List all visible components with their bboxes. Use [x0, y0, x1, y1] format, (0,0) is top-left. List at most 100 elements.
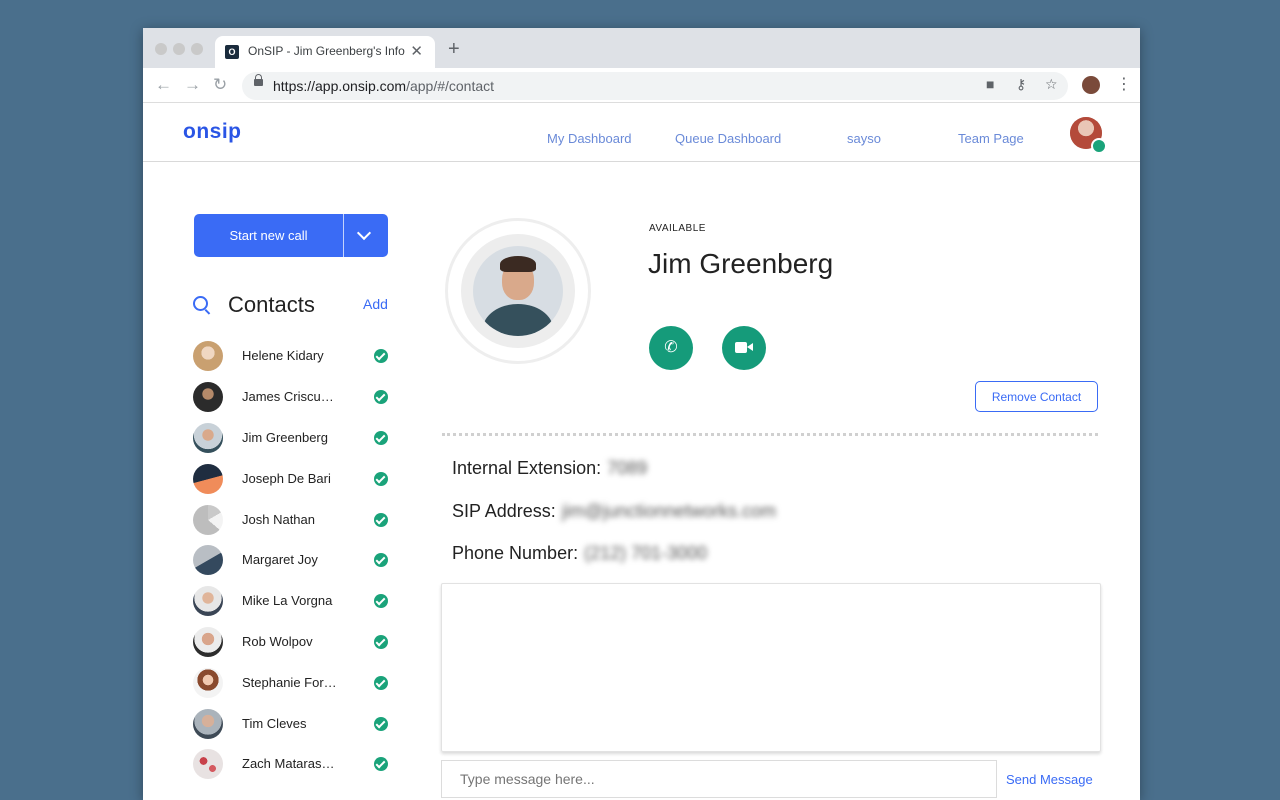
browser-tab[interactable]: O OnSIP - Jim Greenberg's Info ✕ — [215, 36, 435, 68]
video-camera-icon — [735, 342, 753, 353]
contact-avatar — [193, 627, 223, 657]
available-check-icon — [374, 635, 388, 649]
split-divider — [343, 214, 344, 257]
window-zoom-dot[interactable] — [191, 43, 203, 55]
profile-icon[interactable] — [1082, 76, 1100, 94]
contact-avatar — [193, 586, 223, 616]
nav-queue-dashboard[interactable]: Queue Dashboard — [675, 131, 781, 146]
contact-item[interactable]: Rob Wolpov — [193, 626, 393, 658]
key-icon[interactable]: ⚷ — [1016, 76, 1026, 93]
contact-item[interactable]: Margaret Joy — [193, 544, 393, 576]
back-icon[interactable]: ← — [155, 75, 172, 95]
video-call-button[interactable] — [722, 326, 766, 370]
browser-window: O OnSIP - Jim Greenberg's Info ✕ + ← → ↻… — [143, 28, 1140, 800]
contact-avatar — [193, 709, 223, 739]
start-call-label: Start new call — [229, 228, 308, 243]
contact-name: Josh Nathan — [242, 512, 315, 527]
contact-name: Margaret Joy — [242, 552, 318, 567]
contact-name: James Criscu… — [242, 389, 334, 404]
internal-extension-value: 7089 — [607, 458, 648, 478]
add-contact-link[interactable]: Add — [363, 296, 388, 312]
available-check-icon — [374, 553, 388, 567]
phone-number-row: Phone Number: (212) 701-3000 — [452, 543, 707, 564]
sip-address-label: SIP Address: — [452, 501, 556, 521]
tab-title: OnSIP - Jim Greenberg's Info — [248, 44, 405, 58]
contact-name: Tim Cleves — [242, 716, 307, 731]
contact-name: Joseph De Bari — [242, 471, 331, 486]
chevron-down-icon[interactable] — [356, 225, 372, 241]
available-check-icon — [374, 717, 388, 731]
app-header: onsip My Dashboard Queue Dashboard sayso… — [143, 103, 1140, 162]
tab-strip: O OnSIP - Jim Greenberg's Info ✕ + — [143, 28, 1140, 68]
kebab-menu-icon[interactable]: ⋮ — [1116, 74, 1132, 94]
user-status-check-icon — [1091, 138, 1107, 154]
contact-name: Jim Greenberg — [242, 430, 328, 445]
message-input[interactable] — [441, 760, 997, 798]
contact-item[interactable]: Jim Greenberg — [193, 422, 393, 454]
contact-name: Mike La Vorgna — [242, 593, 333, 608]
contact-detail-name: Jim Greenberg — [648, 248, 834, 279]
contact-avatar — [193, 545, 223, 575]
lock-icon — [254, 74, 263, 86]
audio-call-button[interactable]: ✆ — [649, 326, 693, 370]
reload-icon[interactable]: ↻ — [213, 75, 227, 95]
phone-number-value: (212) 701-3000 — [584, 543, 708, 563]
available-check-icon — [374, 676, 388, 690]
window-close-dot[interactable] — [155, 43, 167, 55]
contact-avatar — [193, 464, 223, 494]
contact-avatar — [193, 668, 223, 698]
phone-icon: ✆ — [664, 339, 678, 356]
nav-team-page[interactable]: Team Page — [958, 131, 1024, 146]
onsip-logo[interactable]: onsip — [183, 120, 242, 144]
available-check-icon — [374, 513, 388, 527]
contact-avatar — [193, 505, 223, 535]
phone-number-label: Phone Number: — [452, 543, 579, 563]
available-check-icon — [374, 594, 388, 608]
video-camera-icon[interactable]: ■ — [986, 76, 994, 92]
contact-name: Zach Mataras… — [242, 756, 335, 771]
contacts-heading: Contacts — [228, 292, 315, 317]
new-tab-icon[interactable]: + — [448, 38, 460, 61]
available-check-icon — [374, 472, 388, 486]
window-minimize-dot[interactable] — [173, 43, 185, 55]
contact-item[interactable]: Zach Mataras… — [193, 748, 393, 780]
contact-item[interactable]: Tim Cleves — [193, 708, 393, 740]
available-check-icon — [374, 431, 388, 445]
contact-item[interactable]: Helene Kidary — [193, 340, 393, 372]
available-check-icon — [374, 390, 388, 404]
message-history[interactable] — [441, 583, 1101, 752]
contact-name: Stephanie For… — [242, 675, 337, 690]
contact-avatar — [193, 423, 223, 453]
sip-address-value: jim@junctionnetworks.com — [561, 501, 777, 521]
nav-my-dashboard[interactable]: My Dashboard — [547, 131, 632, 146]
contact-name: Helene Kidary — [242, 348, 324, 363]
contact-avatar — [193, 341, 223, 371]
internal-extension-row: Internal Extension: 7089 — [452, 458, 647, 479]
star-icon[interactable]: ☆ — [1045, 76, 1058, 93]
user-avatar[interactable] — [1070, 117, 1107, 154]
contact-item[interactable]: Josh Nathan — [193, 504, 393, 536]
contact-photo — [473, 246, 563, 336]
send-message-button[interactable]: Send Message — [1006, 772, 1093, 787]
available-check-icon — [374, 349, 388, 363]
contact-item[interactable]: Mike La Vorgna — [193, 585, 393, 617]
url-text: https://app.onsip.com/app/#/contact — [273, 78, 495, 94]
contact-name: Rob Wolpov — [242, 634, 313, 649]
tab-close-icon[interactable]: ✕ — [410, 42, 423, 60]
contact-avatar — [193, 749, 223, 779]
contact-avatar — [193, 382, 223, 412]
search-icon[interactable] — [193, 296, 208, 311]
internal-extension-label: Internal Extension: — [452, 458, 602, 478]
sip-address-row: SIP Address: jim@junctionnetworks.com — [452, 501, 776, 522]
contact-item[interactable]: Joseph De Bari — [193, 463, 393, 495]
dotted-divider — [442, 433, 1098, 436]
available-check-icon — [374, 757, 388, 771]
address-bar[interactable]: https://app.onsip.com/app/#/contact ■ ⚷ … — [242, 72, 1068, 100]
remove-contact-button[interactable]: Remove Contact — [975, 381, 1098, 412]
onsip-favicon-icon: O — [225, 45, 239, 59]
nav-sayso[interactable]: sayso — [847, 131, 881, 146]
contact-item[interactable]: James Criscu… — [193, 381, 393, 413]
start-new-call-button[interactable]: Start new call — [194, 214, 388, 257]
contact-item[interactable]: Stephanie For… — [193, 667, 393, 699]
forward-icon[interactable]: → — [184, 75, 201, 95]
